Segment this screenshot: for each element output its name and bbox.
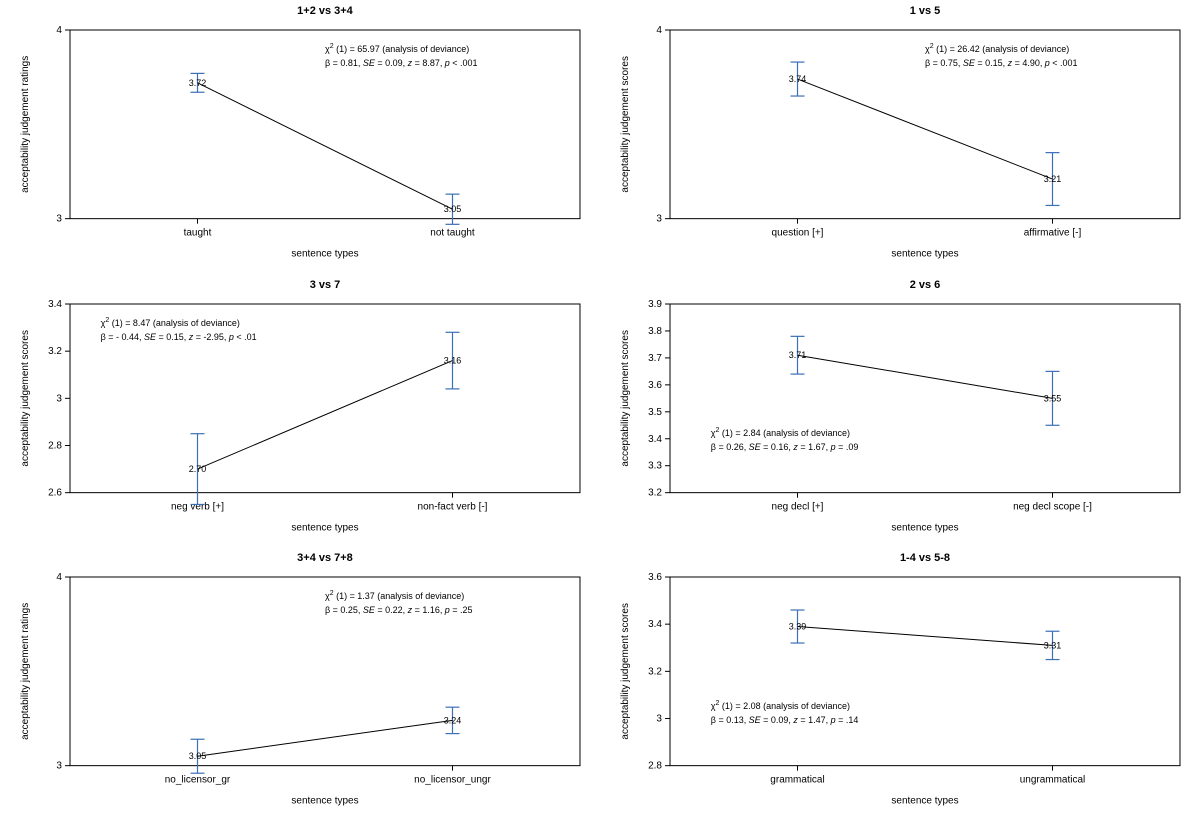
stats-beta: β = 0.75, SE = 0.15, z = 4.90, p < .001 bbox=[925, 58, 1078, 68]
point-value-1: 3.31 bbox=[1044, 641, 1062, 651]
series-line bbox=[198, 360, 453, 468]
panel-3: 2 vs 6 3.2 3.3 3.4 3.5 3.6 3.7 3.8 3.9 neg decl… bbox=[600, 274, 1200, 548]
y-axis-label: acceptability judgement ratings bbox=[20, 56, 31, 193]
y-tick-label: 2.8 bbox=[648, 761, 662, 772]
y-axis-label: acceptability judgement scores bbox=[620, 603, 631, 740]
y-tick-label: 3 bbox=[56, 761, 62, 772]
stats-chi2: χ2 (1) = 1.37 (analysis of deviance) bbox=[325, 590, 464, 601]
y-tick-label: 3.4 bbox=[48, 299, 62, 310]
chart-grid: 1+2 vs 3+4 3 4 taught not taught sentence… bbox=[0, 0, 1200, 821]
stats-beta: β = 0.26, SE = 0.16, z = 1.67, p = .09 bbox=[711, 442, 859, 452]
x-category-0: grammatical bbox=[770, 775, 824, 786]
x-category-1: not taught bbox=[430, 228, 475, 239]
series-line bbox=[798, 79, 1053, 179]
x-axis-label: sentence types bbox=[291, 796, 358, 807]
point-value-1: 3.21 bbox=[1044, 174, 1062, 184]
point-value-0: 3.74 bbox=[789, 74, 807, 84]
y-axis-label: acceptability judgement scores bbox=[620, 330, 631, 467]
y-tick-label: 3 bbox=[56, 393, 62, 404]
panel-1: 1 vs 5 3 4 question [+] affirmative [-] s… bbox=[600, 0, 1200, 274]
point-value-0: 3.39 bbox=[789, 622, 807, 632]
x-category-0: neg decl [+] bbox=[772, 501, 824, 512]
y-tick-label: 4 bbox=[656, 25, 662, 36]
stats-chi2: χ2 (1) = 26.42 (analysis of deviance) bbox=[925, 43, 1069, 54]
series-line bbox=[798, 355, 1053, 398]
stats-beta: β = - 0.44, SE = 0.15, z = -2.95, p < .0… bbox=[101, 332, 257, 342]
x-axis-label: sentence types bbox=[291, 522, 358, 533]
point-value-1: 3.24 bbox=[444, 716, 462, 726]
series-line bbox=[198, 83, 453, 209]
y-tick-label: 3.6 bbox=[648, 380, 662, 391]
y-tick-label: 4 bbox=[56, 572, 62, 583]
panel-5: 1-4 vs 5-8 2.8 3 3.2 3.4 3.6 grammatical ung… bbox=[600, 547, 1200, 821]
y-tick-label: 3.7 bbox=[648, 353, 662, 364]
y-axis-label: acceptability judgement scores bbox=[620, 56, 631, 193]
x-axis-label: sentence types bbox=[891, 249, 958, 260]
x-axis-label: sentence types bbox=[291, 249, 358, 260]
panel-0: 1+2 vs 3+4 3 4 taught not taught sentence… bbox=[0, 0, 600, 274]
point-value-0: 2.70 bbox=[189, 464, 207, 474]
y-tick-label: 3.9 bbox=[648, 299, 662, 310]
x-category-1: affirmative [-] bbox=[1024, 228, 1082, 239]
y-tick-label: 3.8 bbox=[648, 326, 662, 337]
y-tick-label: 3.2 bbox=[48, 346, 62, 357]
y-tick-label: 3 bbox=[656, 214, 662, 225]
panel-2: 3 vs 7 2.62.833.23.4 neg verb [+] non-fa… bbox=[0, 274, 600, 548]
stats-chi2: χ2 (1) = 2.08 (analysis of deviance) bbox=[711, 700, 850, 711]
y-tick-label: 3.2 bbox=[648, 667, 662, 678]
panel-title: 3+4 vs 7+8 bbox=[297, 552, 353, 564]
stats-chi2: χ2 (1) = 2.84 (analysis of deviance) bbox=[711, 427, 850, 438]
stats-beta: β = 0.81, SE = 0.09, z = 8.87, p < .001 bbox=[325, 58, 478, 68]
point-value-0: 3.05 bbox=[189, 752, 207, 762]
panel-title: 1+2 vs 3+4 bbox=[297, 5, 353, 17]
y-tick-label: 3.4 bbox=[648, 433, 662, 444]
x-axis-label: sentence types bbox=[891, 522, 958, 533]
y-axis-label: acceptability judgement ratings bbox=[20, 603, 31, 740]
stats-beta: β = 0.25, SE = 0.22, z = 1.16, p = .25 bbox=[325, 605, 473, 615]
y-axis-label: acceptability judgement scores bbox=[20, 330, 31, 467]
panel-title: 2 vs 6 bbox=[910, 279, 941, 291]
x-category-1: ungrammatical bbox=[1020, 775, 1085, 786]
x-category-0: taught bbox=[184, 228, 212, 239]
y-tick-label: 3.3 bbox=[648, 460, 662, 471]
panel-title: 3 vs 7 bbox=[310, 279, 341, 291]
point-value-1: 3.16 bbox=[444, 355, 462, 365]
y-tick-label: 3 bbox=[656, 714, 662, 725]
y-tick-label: 3.4 bbox=[648, 619, 662, 630]
x-axis-label: sentence types bbox=[891, 796, 958, 807]
x-category-0: question [+] bbox=[772, 228, 824, 239]
point-value-1: 3.05 bbox=[444, 204, 462, 214]
panel-4: 3+4 vs 7+8 3 4 no_licensor_gr no_licensor… bbox=[0, 547, 600, 821]
series-line bbox=[798, 627, 1053, 646]
x-category-1: non-fact verb [-] bbox=[418, 501, 488, 512]
point-value-0: 3.71 bbox=[789, 350, 807, 360]
stats-beta: β = 0.13, SE = 0.09, z = 1.47, p = .14 bbox=[711, 715, 859, 725]
series-line bbox=[198, 721, 453, 757]
stats-chi2: χ2 (1) = 8.47 (analysis of deviance) bbox=[101, 317, 240, 328]
y-tick-label: 3.2 bbox=[648, 487, 662, 498]
y-tick-label: 4 bbox=[56, 25, 62, 36]
panel-title: 1 vs 5 bbox=[910, 5, 941, 17]
panel-title: 1-4 vs 5-8 bbox=[900, 552, 950, 564]
x-category-0: no_licensor_gr bbox=[165, 775, 231, 786]
x-category-1: no_licensor_ungr bbox=[414, 775, 491, 786]
y-tick-label: 3.6 bbox=[648, 572, 662, 583]
point-value-0: 3.72 bbox=[189, 78, 207, 88]
stats-chi2: χ2 (1) = 65.97 (analysis of deviance) bbox=[325, 43, 469, 54]
y-tick-label: 3 bbox=[56, 214, 62, 225]
y-tick-label: 3.5 bbox=[648, 406, 662, 417]
y-tick-label: 2.8 bbox=[48, 440, 62, 451]
y-tick-label: 2.6 bbox=[48, 487, 62, 498]
x-category-1: neg decl scope [-] bbox=[1013, 501, 1092, 512]
point-value-1: 3.55 bbox=[1044, 393, 1062, 403]
